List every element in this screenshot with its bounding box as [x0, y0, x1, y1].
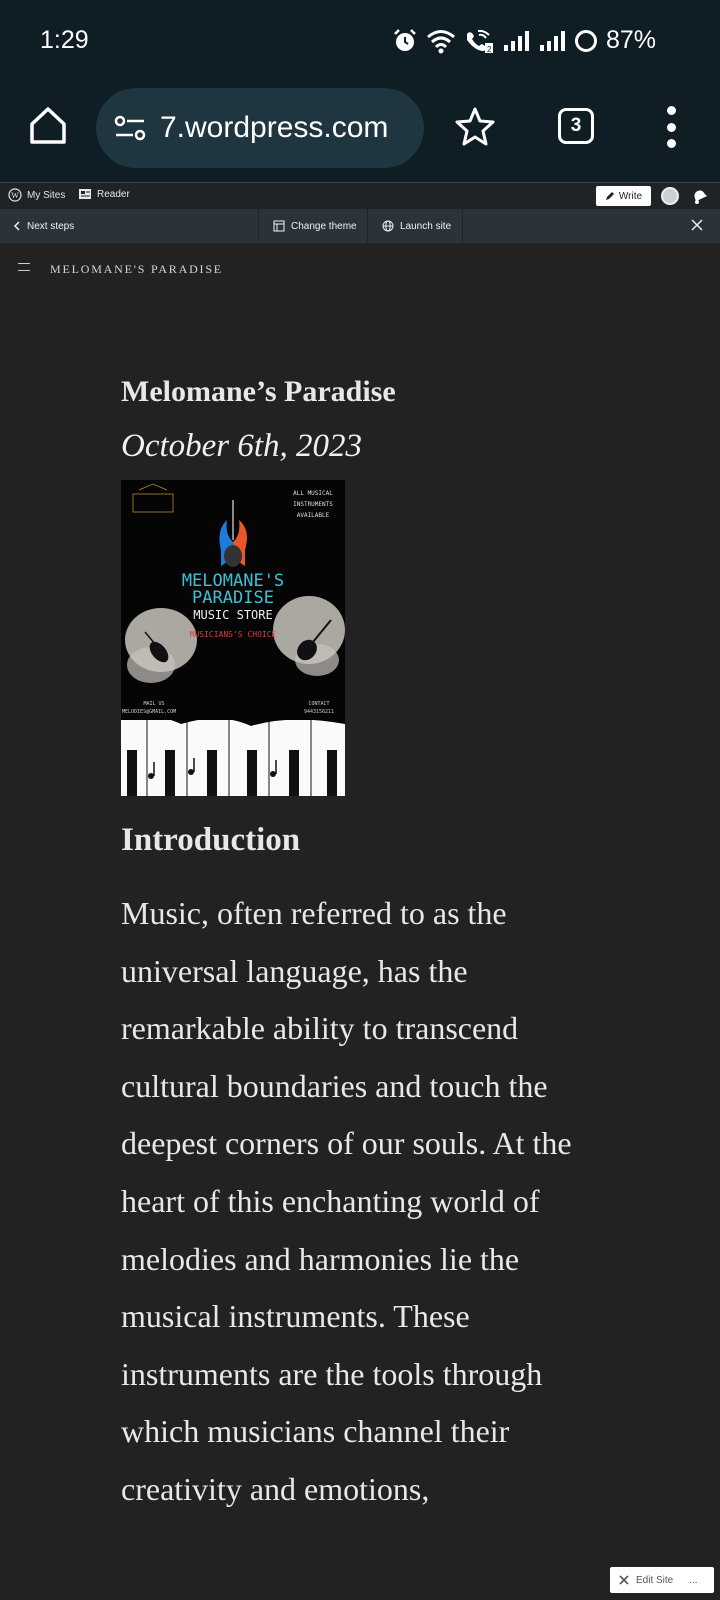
next-steps-label: Next steps [27, 220, 75, 232]
reader-label: Reader [97, 188, 130, 200]
piano-keys-icon [121, 715, 345, 796]
status-bar: 1:29 2 87% [0, 0, 720, 82]
more-menu-icon[interactable] [662, 106, 680, 148]
globe-icon [382, 220, 394, 232]
site-settings-icon[interactable] [114, 114, 146, 142]
site-name[interactable]: MELOMANE'S PARADISE [50, 262, 223, 277]
edit-site-label: Edit Site [636, 1574, 674, 1586]
launch-site-label: Launch site [400, 220, 452, 232]
menu-hamburger-icon[interactable] [18, 263, 30, 271]
poster-mail-value: MELODIES@GMAIL.COM [122, 709, 177, 715]
divider [367, 209, 368, 243]
more-options-icon[interactable]: ... [689, 1575, 697, 1586]
poster-contact-label: CONTACT [308, 701, 330, 707]
my-sites-label: My Sites [27, 189, 66, 201]
site-header: MELOMANE'S PARADISE [0, 243, 720, 293]
layout-icon [273, 220, 285, 232]
my-sites-button[interactable]: W My Sites [8, 188, 65, 202]
wifi-icon [426, 29, 455, 53]
write-button[interactable]: Write [596, 186, 651, 206]
launch-site-button[interactable]: Launch site [382, 209, 451, 243]
reader-button[interactable]: Reader [78, 188, 130, 200]
divider [462, 209, 463, 243]
battery-icon [574, 29, 597, 52]
browser-toolbar: 7.wordpress.com 3 [0, 82, 720, 182]
next-steps-button[interactable]: Next steps [13, 209, 74, 243]
signal-icon [539, 30, 565, 51]
tab-switcher-button[interactable]: 3 [558, 108, 594, 144]
poster-contact-value: 9443156211 [303, 709, 335, 715]
section-heading: Introduction [121, 822, 301, 858]
home-icon[interactable] [26, 104, 70, 148]
address-bar[interactable]: 7.wordpress.com [96, 88, 424, 168]
poster-store-subtitle: MUSIC STORE [193, 608, 273, 622]
tools-icon [619, 1575, 629, 1585]
bookmark-star-icon[interactable] [454, 106, 496, 148]
launchpad-bar: Next steps Change theme Launch site [0, 209, 720, 243]
edit-site-button[interactable]: Edit Site ... [610, 1567, 714, 1593]
wifi-calling-icon: 2 [466, 29, 493, 54]
wp-admin-bar: W My Sites Reader Write [0, 182, 720, 209]
change-theme-label: Change theme [291, 220, 357, 232]
battery-percent: 87% [605, 26, 656, 54]
alarm-icon [394, 28, 416, 51]
write-label: Write [618, 190, 643, 202]
post-date: October 6th, 2023 [121, 428, 363, 464]
svg-text:2: 2 [487, 45, 492, 54]
pen-icon [605, 192, 614, 200]
status-icons: 2 87% [392, 26, 656, 55]
signal-icon [503, 30, 529, 51]
status-time: 1:29 [40, 26, 89, 54]
poster-top-right-text: ALL MUSICAL INSTRUMENTS AVAILABLE [293, 490, 333, 519]
divider [258, 209, 259, 243]
change-theme-button[interactable]: Change theme [273, 209, 357, 243]
reader-icon [79, 189, 91, 199]
post-body-paragraph: Music, often referred to as the universa… [121, 895, 572, 1507]
poster-tagline: MUSICIANS'S CHOICE [189, 630, 277, 639]
avatar[interactable] [661, 187, 679, 205]
poster-mail-label: MAIL US [143, 701, 165, 707]
chevron-left-icon [13, 221, 20, 231]
svg-text:W: W [11, 191, 19, 200]
poster-store-name-line2: PARADISE [192, 588, 274, 608]
store-poster-image: ALL MUSICAL INSTRUMENTS AVAILABLE MELOMA… [121, 480, 345, 796]
wordpress-logo-icon: W [8, 188, 22, 202]
url-text[interactable]: 7.wordpress.com [160, 111, 388, 145]
post-title: Melomane’s Paradise [121, 375, 396, 408]
post-content: Melomane’s Paradise October 6th, 2023 AL… [121, 375, 621, 1519]
notifications-bell-icon[interactable] [690, 187, 708, 205]
close-icon[interactable] [690, 218, 704, 232]
